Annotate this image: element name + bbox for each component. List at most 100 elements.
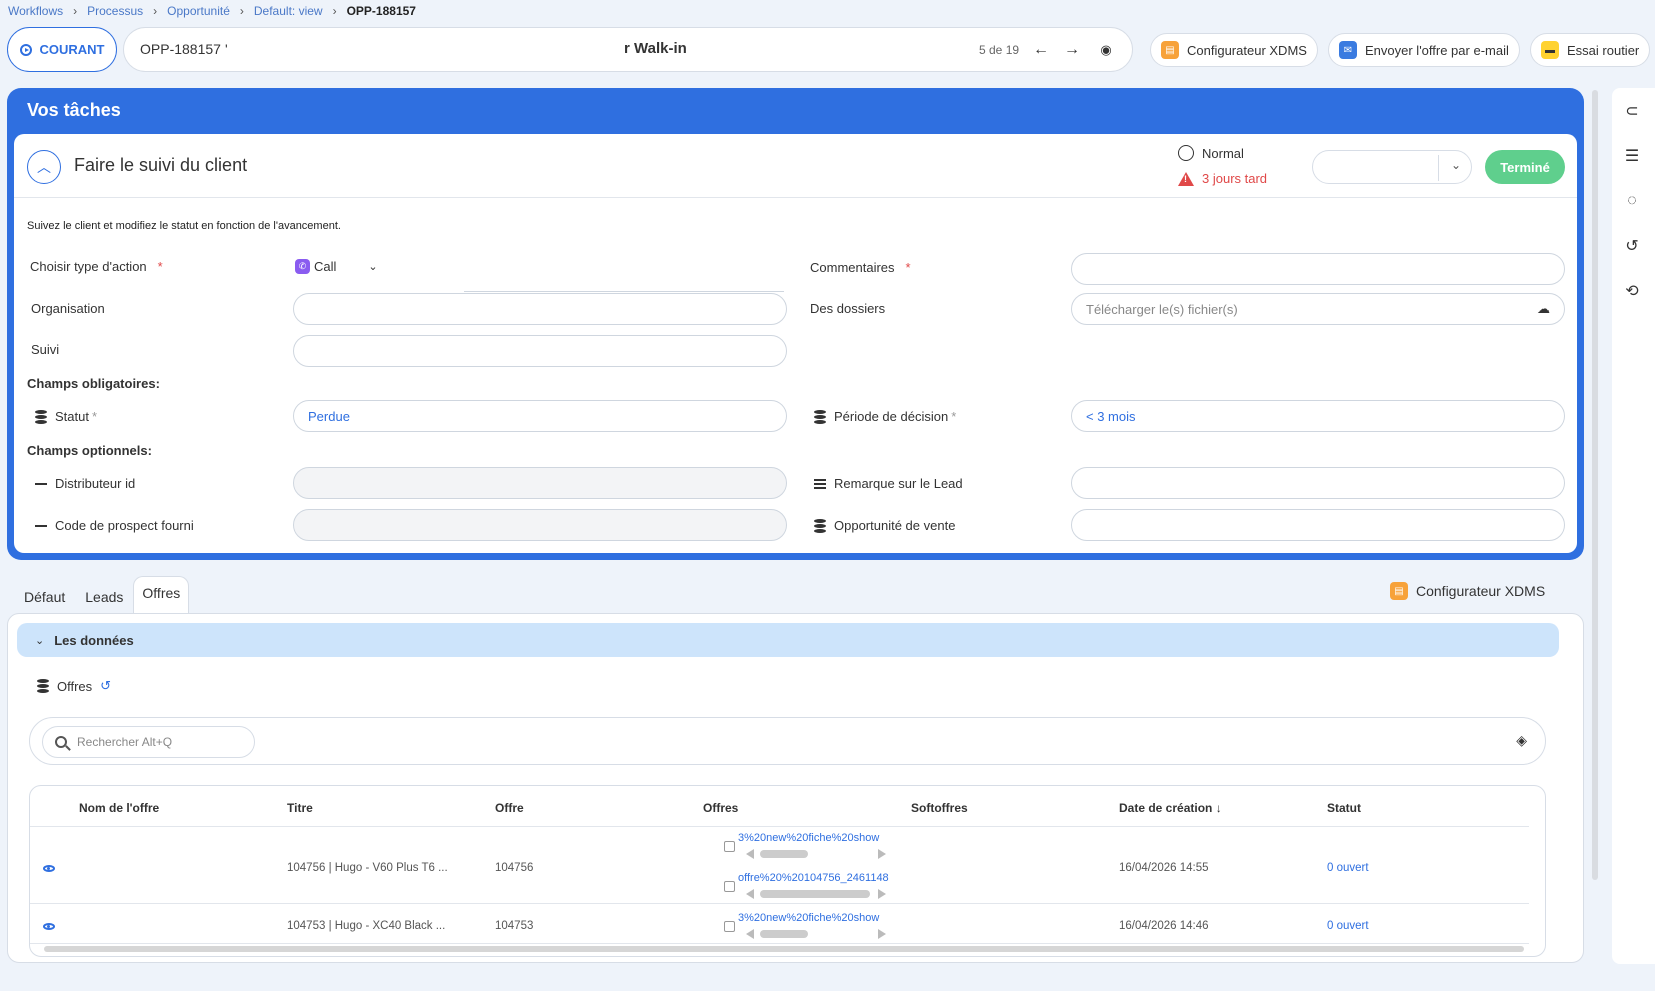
column-header-nom[interactable]: Nom de l'offre: [79, 801, 159, 815]
priority-radio[interactable]: Normal: [1178, 145, 1244, 161]
tab-offres[interactable]: Offres: [133, 576, 190, 613]
cell-offre: 104756: [495, 862, 534, 874]
minus-icon: [35, 482, 47, 485]
remarque-input[interactable]: [1071, 467, 1565, 499]
breadcrumb-default-view[interactable]: Default: view: [254, 4, 323, 18]
radio-icon: [1178, 145, 1194, 161]
priority-label: Normal: [1202, 145, 1244, 161]
eye-icon[interactable]: [43, 865, 55, 872]
chevron-right-icon: ›: [332, 4, 337, 18]
cell-titre: 104753 | Hugo - XC40 Black ...: [287, 920, 446, 932]
chat-icon[interactable]: ◌: [1617, 186, 1647, 216]
cloud-upload-icon[interactable]: ☁: [1537, 301, 1550, 317]
chevron-up-icon[interactable]: ︿: [27, 150, 61, 184]
minus-icon: [35, 524, 47, 527]
arrow-right-icon[interactable]: →: [1062, 40, 1082, 60]
file-link[interactable]: 3%20new%20fiche%20show: [738, 832, 879, 844]
file-checkbox[interactable]: [724, 841, 735, 852]
xdms-configurator-link[interactable]: ▤ Configurateur XDMS: [1390, 582, 1545, 600]
file-upload-input[interactable]: Télécharger le(s) fichier(s) ☁: [1071, 293, 1565, 325]
record-header: OPP-188157 ' r Walk-in 5 de 19 ← → ◉: [123, 27, 1133, 72]
history-icon[interactable]: ↺: [1617, 231, 1647, 261]
suivi-input[interactable]: [293, 335, 787, 367]
breadcrumb: Workflows › Processus › Opportunité › De…: [8, 4, 416, 18]
checklist-icon[interactable]: ☰: [1617, 141, 1647, 171]
database-icon: [35, 409, 47, 424]
history-icon[interactable]: ↺: [100, 678, 111, 694]
courant-button[interactable]: COURANT: [7, 27, 117, 72]
cell-statut[interactable]: 0 ouvert: [1327, 862, 1369, 874]
eye-icon[interactable]: [43, 923, 55, 930]
organisation-input[interactable]: [293, 293, 787, 325]
document-icon: ▤: [1390, 582, 1408, 600]
column-header-statut[interactable]: Statut: [1327, 801, 1361, 815]
email-button-label: Envoyer l'offre par e-mail: [1365, 42, 1509, 58]
column-header-offre[interactable]: Offre: [495, 801, 524, 815]
opportunite-label: Opportunité de vente: [814, 518, 955, 533]
column-header-offres[interactable]: Offres: [703, 801, 738, 815]
file-link[interactable]: offre%20%20104756_2461148: [738, 872, 889, 884]
phone-icon: ✆: [295, 259, 310, 274]
table-horizontal-scrollbar[interactable]: [44, 946, 1524, 952]
right-rail: [1612, 88, 1655, 964]
file-link[interactable]: 3%20new%20fiche%20show: [738, 912, 879, 924]
send-offer-email-button[interactable]: ✉ Envoyer l'offre par e-mail: [1328, 33, 1520, 67]
comments-input[interactable]: [1071, 253, 1565, 285]
code-prospect-label: Code de prospect fourni: [35, 518, 194, 533]
periode-select[interactable]: < 3 mois: [1071, 400, 1565, 432]
task-title: Faire le suivi du client: [74, 155, 248, 175]
comments-label-text: Commentaires: [810, 260, 895, 275]
divider: [30, 826, 1529, 827]
page-scrollbar[interactable]: [1592, 90, 1598, 880]
search-box[interactable]: [42, 726, 255, 758]
distributeur-input[interactable]: [293, 467, 787, 499]
file-scrollbar[interactable]: [746, 929, 886, 939]
task-status-select[interactable]: ⌄: [1312, 150, 1472, 184]
file-checkbox[interactable]: [724, 921, 735, 932]
chevron-down-icon: ⌄: [1450, 158, 1461, 172]
opportunite-input[interactable]: [1071, 509, 1565, 541]
chevron-right-icon: ›: [239, 4, 244, 18]
file-scrollbar[interactable]: [746, 849, 886, 859]
periode-label-text: Période de décision: [834, 409, 949, 424]
cell-date: 16/04/2026 14:55: [1119, 862, 1209, 874]
code-prospect-input[interactable]: [293, 509, 787, 541]
statut-label-text: Statut: [55, 409, 89, 424]
statut-select[interactable]: Perdue: [293, 400, 787, 432]
dossiers-label: Des dossiers: [810, 301, 886, 316]
column-header-titre[interactable]: Titre: [287, 801, 313, 815]
action-type-select[interactable]: ✆ Call ⌄: [295, 259, 378, 274]
breadcrumb-opportunite[interactable]: Opportunité: [167, 4, 230, 18]
record-name: r Walk-in: [624, 40, 687, 57]
tab-defaut[interactable]: Défaut: [14, 581, 75, 613]
periode-value: < 3 mois: [1086, 408, 1136, 424]
organisation-label: Organisation: [31, 301, 105, 316]
search-input[interactable]: [75, 734, 225, 750]
breadcrumb-processus[interactable]: Processus: [87, 4, 143, 18]
cell-date: 16/04/2026 14:46: [1119, 920, 1209, 932]
xdms-configurator-button[interactable]: ▤ Configurateur XDMS: [1150, 33, 1318, 67]
action-type-label: Choisir type d'action *: [30, 259, 163, 274]
late-indicator: 3 jours tard: [1178, 171, 1267, 186]
tab-leads[interactable]: Leads: [75, 581, 133, 613]
done-button[interactable]: Terminé: [1485, 150, 1565, 184]
cell-statut[interactable]: 0 ouvert: [1327, 920, 1369, 932]
arrow-left-icon[interactable]: ←: [1031, 40, 1051, 60]
file-checkbox[interactable]: [724, 881, 735, 892]
eye-icon[interactable]: ◉: [1096, 40, 1116, 60]
test-drive-button[interactable]: ▬ Essai routier: [1530, 33, 1651, 67]
audit-history-icon[interactable]: ⟲: [1617, 276, 1647, 306]
les-donnees-accordion[interactable]: ⌄ Les données: [17, 623, 1559, 657]
test-drive-label: Essai routier: [1567, 42, 1640, 58]
mail-icon: ✉: [1339, 41, 1357, 59]
periode-label: Période de décision *: [814, 409, 956, 424]
layers-icon[interactable]: ◈: [1516, 732, 1527, 749]
offres-section-label: Offres: [57, 678, 93, 694]
file-scrollbar[interactable]: [746, 889, 886, 899]
collapse-left-icon[interactable]: ⊂: [1617, 96, 1647, 126]
opportunite-label-text: Opportunité de vente: [834, 518, 956, 533]
breadcrumb-workflows[interactable]: Workflows: [8, 4, 63, 18]
cell-titre: 104756 | Hugo - V60 Plus T6 ...: [287, 862, 448, 874]
column-header-date[interactable]: Date de création ↓: [1119, 801, 1222, 815]
column-header-softoffres[interactable]: Softoffres: [911, 801, 968, 815]
